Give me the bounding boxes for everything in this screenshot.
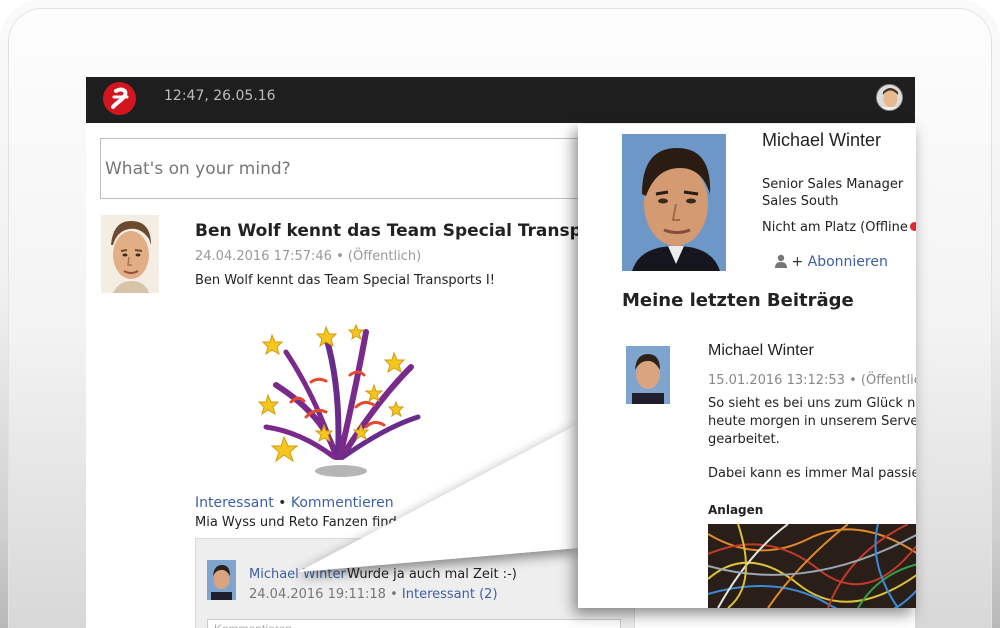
profile-popup: Michael Winter Senior Sales Manager Sale… <box>578 124 916 608</box>
app-logo-icon[interactable] <box>103 82 136 115</box>
comment-input[interactable]: Kommentieren... <box>207 619 621 628</box>
likes-text: Mia Wyss und Reto Fanzen find <box>195 515 397 530</box>
profile-photo <box>622 134 726 271</box>
comment-like-link[interactable]: Interessant (2) <box>402 587 498 602</box>
follow-label: Abonnieren <box>807 254 888 270</box>
comment-time: 24.04.2016 19:11:18 <box>249 587 386 602</box>
comment-text: Wurde ja auch mal Zeit :-) <box>347 567 517 582</box>
fireworks-image <box>257 323 421 477</box>
comment-box: Michael Winter Wurde ja auch mal Zeit :-… <box>195 538 635 628</box>
profile-status: Nicht am Platz (Offline) <box>762 220 916 235</box>
profile-name: Michael Winter <box>762 130 882 150</box>
recent-post-avatar[interactable] <box>626 346 670 404</box>
clock-text: 12:47, 26.05.16 <box>164 88 276 104</box>
recent-post-line: Dabei kann es immer Mal passieren, <box>708 466 916 481</box>
recent-posts-heading: Meine letzten Beiträge <box>622 290 854 311</box>
comment-meta: 24.04.2016 19:11:18 • Interessant (2) <box>249 587 498 602</box>
recent-post-line: heute morgen in unserem Server- u <box>708 414 916 429</box>
status-box[interactable] <box>100 138 620 199</box>
follow-button[interactable]: + Abonnieren <box>775 254 888 270</box>
profile-title: Senior Sales Manager <box>762 177 904 192</box>
action-separator: • <box>278 495 287 511</box>
profile-department: Sales South <box>762 194 839 209</box>
comment-author-avatar[interactable] <box>207 560 236 600</box>
comment-link[interactable]: Kommentieren <box>291 495 394 511</box>
user-avatar[interactable] <box>876 84 903 111</box>
person-icon <box>775 254 787 268</box>
status-input[interactable] <box>101 139 619 198</box>
comment-author-link[interactable]: Michael Winter <box>249 567 346 582</box>
post-body: Ben Wolf kennt das Team Special Transpor… <box>195 273 495 288</box>
top-bar: 12:47, 26.05.16 <box>86 77 915 123</box>
post-title[interactable]: Ben Wolf kennt das Team Special Transpor… <box>195 221 640 241</box>
recent-post-meta: 15.01.2016 13:12:53 • (Öffentlich) <box>708 373 916 388</box>
profile-role: Senior Sales Manager Sales South <box>762 176 903 210</box>
recent-post-text: So sieht es bei uns zum Glück nicht a he… <box>708 395 916 449</box>
recent-post-author[interactable]: Michael Winter <box>708 342 814 360</box>
attachment-image[interactable] <box>708 524 916 608</box>
comment-separator: • <box>390 587 398 602</box>
follow-plus: + <box>791 254 804 270</box>
post-author-avatar[interactable] <box>101 215 159 293</box>
recent-post-line: So sieht es bei uns zum Glück nicht a <box>708 396 916 411</box>
attachments-label: Anlagen <box>708 503 764 517</box>
post-actions: Interessant • Kommentieren <box>195 495 394 511</box>
offline-status-icon <box>909 222 916 231</box>
profile-status-text: Nicht am Platz (Offline <box>762 220 908 235</box>
post-meta: 24.04.2016 17:57:46 • (Öffentlich) <box>195 249 422 264</box>
like-link[interactable]: Interessant <box>195 495 274 511</box>
recent-post-line: gearbeitet. <box>708 432 780 447</box>
